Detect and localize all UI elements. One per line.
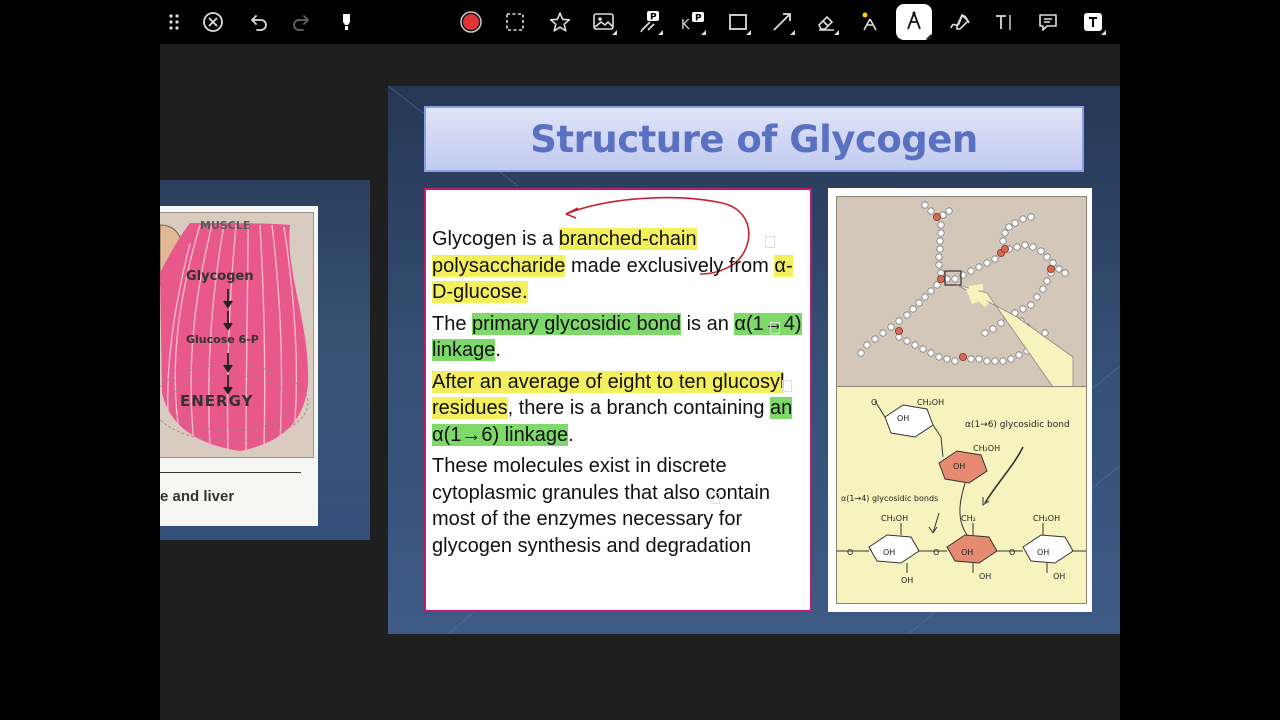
note-marker-icon[interactable] [710,492,720,504]
glycogen-branch-diagram [836,196,1087,387]
close-icon[interactable] [199,8,227,36]
redo-icon[interactable] [288,8,316,36]
caption-divider [160,472,301,473]
muscle-label: MUSCLE [200,219,251,232]
slide-title: Structure of Glycogen [530,117,978,161]
more-grip-icon[interactable] [160,8,188,36]
ring-oh-label: OH [901,576,913,585]
svg-text:K: K [681,18,690,33]
paragraph-2: The primary glycosidic bond is an α(1→4)… [432,311,802,364]
text-box-icon[interactable] [1079,8,1107,36]
ring-ch2oh-label: CH₂OH [1033,514,1060,523]
pdf-annotation-app: P KP MUSCLE Glycogen Glucose 6-P ENERGY … [160,0,1120,720]
muscle-figure-card: MUSCLE Glycogen Glucose 6-P ENERGY e and… [160,206,318,526]
ring-o-label: O [1009,548,1015,557]
current-slide: Structure of Glycogen Glycogen is a bran… [388,86,1120,634]
slide-body-text: Glycogen is a branched-chain polysacchar… [432,226,802,564]
glucose-6p-label: Glucose 6-P [186,333,259,346]
glycogen-structure-figure: α(1→6) glycosidic bond α(1→4) glycosidic… [828,188,1092,612]
svg-text:P: P [650,13,657,23]
p1-text-1: Glycogen is a [432,228,559,250]
p2-text-1: The [432,312,473,335]
p2-text-3: . [495,339,501,361]
glycogen-chain-illustration [857,201,1074,387]
laser-pointer-icon[interactable] [856,8,884,36]
keyboard-tool-icon[interactable]: KP [679,8,707,36]
eraser-icon[interactable] [812,8,840,36]
left-slide-caption: e and liver [160,488,235,505]
p1-text-2: made exclusively from [565,254,775,277]
glycogen-label: Glycogen [186,269,254,284]
paragraph-3: After an average of eight to ten glucosy… [432,369,802,449]
ring-oh-label: OH [961,548,973,557]
ring-ch2-label: CH₂ [961,514,976,523]
p2-highlight-1: primary glycosidic bond [472,312,682,335]
pen-tool-icon[interactable]: P [636,8,664,36]
ring-oh-label: OH [979,572,991,581]
ring-ch2oh-label: CH₂OH [881,514,908,523]
muscle-diagram: MUSCLE Glycogen Glucose 6-P ENERGY [160,212,314,458]
ring-o-label: O [871,398,877,407]
ring-ch2oh-label: CH₂OH [917,398,944,407]
ink-pen-icon[interactable] [946,8,974,36]
comment-icon[interactable] [1034,8,1062,36]
color-picker-icon[interactable] [457,8,485,36]
glycosidic-bond-diagram: α(1→6) glycosidic bond α(1→4) glycosidic… [836,386,1087,604]
ring-oh-label: OH [897,414,909,423]
paragraph-4: These molecules exist in discrete cytopl… [432,455,770,557]
energy-label: ENERGY [180,392,254,410]
ring-oh-label: OH [1053,572,1065,581]
paragraph-1: Glycogen is a branched-chain polysacchar… [432,226,802,306]
p3-text-1: , there is a branch containing [507,397,770,419]
previous-slide-thumbnail[interactable]: MUSCLE Glycogen Glucose 6-P ENERGY e and… [160,180,370,540]
text-cursor-icon[interactable] [990,8,1018,36]
p2-text-2: is an [681,312,735,335]
slide-title-bar: Structure of Glycogen [424,106,1084,172]
bond-16-label: α(1→6) glycosidic bond [965,420,1070,430]
line-icon[interactable] [768,8,796,36]
p3-text-2: . [568,423,574,446]
undo-icon[interactable] [244,8,272,36]
note-marker-icon[interactable] [765,236,775,248]
star-icon[interactable] [546,8,574,36]
bond-14-label: α(1→4) glycosidic bonds [841,494,938,503]
ring-o-label: O [847,548,853,557]
image-icon[interactable] [590,8,618,36]
note-marker-icon[interactable] [782,380,792,392]
lasso-select-icon[interactable] [501,8,529,36]
note-marker-icon[interactable] [770,322,780,334]
fountain-pen-icon[interactable] [896,4,932,40]
ring-o-label: O [933,548,939,557]
ring-oh-label: OH [1037,548,1049,557]
slide-text-box[interactable]: Glycogen is a branched-chain polysacchar… [424,188,812,612]
svg-text:P: P [695,14,702,24]
ring-ch2oh-label: CH₂OH [973,444,1000,453]
annotation-toolbar: P KP [160,0,1120,44]
highlighter-icon[interactable] [332,8,360,36]
ring-oh-label: OH [883,548,895,557]
rectangle-icon[interactable] [724,8,752,36]
ring-oh-label: OH [953,462,965,471]
glucose-ring-illustration: α(1→6) glycosidic bond α(1→4) glycosidic… [837,398,1086,585]
